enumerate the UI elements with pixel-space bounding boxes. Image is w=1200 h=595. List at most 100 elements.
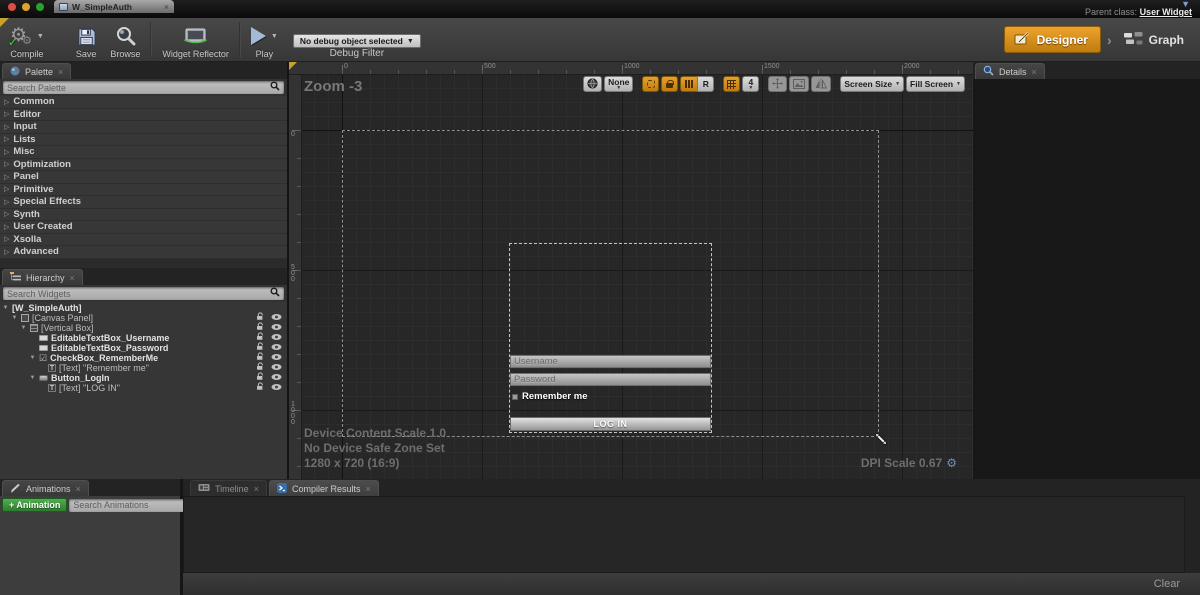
tree-row[interactable]: T[Text] "Remember me" — [0, 363, 287, 373]
expander-icon[interactable]: ▷ — [4, 98, 9, 106]
palette-search-field[interactable] — [3, 81, 284, 94]
zoom-window-button[interactable] — [36, 3, 44, 11]
expander-icon[interactable]: ▼ — [11, 315, 18, 321]
compiler-results-tab[interactable]: Compiler Results × — [269, 480, 379, 496]
close-icon[interactable]: × — [70, 273, 75, 283]
asset-tab-close-icon[interactable]: × — [164, 3, 169, 11]
palette-category-user-created[interactable]: ▷User Created — [0, 221, 287, 234]
palette-category-optimization[interactable]: ▷Optimization — [0, 159, 287, 172]
animations-list[interactable] — [0, 514, 180, 595]
transform-mode-button[interactable] — [680, 76, 697, 92]
close-icon[interactable]: × — [58, 67, 63, 77]
lock-widget-button[interactable] — [661, 76, 678, 92]
password-textbox[interactable]: Password — [510, 373, 711, 386]
compile-button[interactable]: ⚙⚙ ✓ ▼ Compile — [0, 18, 51, 61]
tree-row[interactable]: ▼[Vertical Box] — [0, 323, 287, 333]
minimize-window-button[interactable] — [22, 3, 30, 11]
palette-category-synth[interactable]: ▷Synth — [0, 209, 287, 222]
add-animation-button[interactable]: + Animation — [2, 498, 67, 512]
timeline-tab[interactable]: Timeline × — [190, 480, 267, 496]
palette-search-input[interactable] — [7, 83, 270, 93]
palette-category-special-effects[interactable]: ▷Special Effects — [0, 196, 287, 209]
expander-icon[interactable]: ▷ — [4, 135, 9, 143]
palette-category-primitive[interactable]: ▷Primitive — [0, 184, 287, 197]
palette-category-input[interactable]: ▷Input — [0, 121, 287, 134]
details-tab[interactable]: Details × — [975, 63, 1045, 79]
fill-screen-dropdown[interactable]: Fill Screen ▼ — [906, 76, 965, 92]
tree-row[interactable]: ▼Button_LogIn — [0, 373, 287, 383]
expander-icon[interactable]: ▷ — [4, 248, 9, 256]
play-button[interactable]: ▼ Play — [244, 18, 285, 61]
designer-mode-button[interactable]: Designer — [1004, 26, 1101, 53]
debug-object-dropdown[interactable]: No debug object selected ▼ — [293, 34, 421, 48]
preview-background-button[interactable] — [789, 76, 809, 92]
palette-category-advanced[interactable]: ▷Advanced — [0, 246, 287, 259]
expander-icon[interactable]: ▷ — [4, 160, 9, 168]
expander-icon[interactable]: ▼ — [2, 305, 9, 311]
expander-icon[interactable]: ▼ — [20, 325, 27, 331]
palette-category-editor[interactable]: ▷Editor — [0, 109, 287, 122]
palette-category-panel[interactable]: ▷Panel — [0, 171, 287, 184]
localization-preview-button[interactable] — [583, 76, 602, 92]
screen-size-dropdown[interactable]: Screen Size ▼ — [840, 76, 904, 92]
rotate-mode-button[interactable]: R — [697, 76, 714, 92]
lock-icon[interactable] — [256, 382, 265, 394]
expander-icon[interactable]: ▷ — [4, 235, 9, 243]
dpi-settings-gear-icon[interactable]: ⚙ — [946, 456, 957, 470]
resize-handle-icon[interactable] — [874, 432, 888, 449]
expander-icon[interactable]: ▷ — [4, 210, 9, 218]
remember-me-checkbox[interactable] — [512, 394, 518, 400]
asset-tab[interactable]: W_SimpleAuth × — [54, 0, 174, 13]
tree-row[interactable]: EditableTextBox_Username — [0, 333, 287, 343]
expander-icon[interactable]: ▼ — [29, 355, 36, 361]
palette-category-misc[interactable]: ▷Misc — [0, 146, 287, 159]
username-textbox[interactable]: Username — [510, 355, 711, 368]
tree-row[interactable]: T[Text] "LOG IN" — [0, 383, 287, 393]
designer-canvas[interactable]: 0 500 1000 1500 2000 0 5 0 0 1 0 0 0 Zoo… — [289, 62, 973, 479]
mirror-preview-button[interactable] — [811, 76, 831, 92]
expander-icon[interactable]: ▷ — [4, 173, 9, 181]
compile-dropdown-caret-icon[interactable]: ▼ — [37, 33, 44, 40]
palette-category-common[interactable]: ▷Common — [0, 96, 287, 109]
close-window-button[interactable] — [8, 3, 16, 11]
browse-button[interactable]: Browse — [103, 18, 147, 61]
remember-me-row[interactable]: Remember me — [512, 391, 587, 402]
expander-icon[interactable]: ▷ — [4, 110, 9, 118]
expander-icon[interactable]: ▷ — [4, 223, 9, 231]
expander-icon[interactable]: ▷ — [4, 148, 9, 156]
widget-outline-toggle-button[interactable] — [642, 76, 659, 92]
expander-icon[interactable]: ▼ — [29, 375, 36, 381]
compiler-output[interactable] — [183, 496, 1185, 573]
tree-row[interactable]: ▼[W_SimpleAuth] — [0, 303, 287, 313]
eye-icon[interactable] — [271, 383, 282, 394]
animations-search-input[interactable] — [73, 500, 190, 510]
snap-grid-toggle-button[interactable] — [723, 76, 740, 92]
animations-tab[interactable]: Animations × — [2, 480, 89, 496]
save-button[interactable]: Save — [69, 18, 104, 61]
parent-class-link[interactable]: User Widget — [1140, 7, 1192, 17]
close-icon[interactable]: × — [1032, 67, 1037, 77]
expander-icon[interactable]: ▷ — [4, 185, 9, 193]
hierarchy-search-field[interactable] — [3, 287, 284, 300]
grid-size-dropdown[interactable]: 4 ▼ — [742, 76, 759, 92]
tree-row[interactable]: ▼☑CheckBox_RememberMe — [0, 353, 287, 363]
palette-category-lists[interactable]: ▷Lists — [0, 134, 287, 147]
login-button[interactable]: LOG IN — [510, 417, 711, 431]
expander-icon[interactable]: ▷ — [4, 198, 9, 206]
palette-tab[interactable]: Palette × — [2, 63, 71, 79]
tree-row[interactable]: ▼[Canvas Panel] — [0, 313, 287, 323]
graph-mode-button[interactable]: Graph — [1118, 28, 1190, 52]
palette-category-xsolla[interactable]: ▷Xsolla — [0, 234, 287, 247]
resize-areas-button[interactable] — [768, 76, 787, 92]
close-icon[interactable]: × — [365, 484, 370, 494]
hierarchy-search-input[interactable] — [7, 289, 270, 299]
tree-row[interactable]: EditableTextBox_Password — [0, 343, 287, 353]
preview-language-dropdown[interactable]: None ▼ — [604, 76, 633, 92]
play-dropdown-caret-icon[interactable]: ▼ — [271, 33, 278, 40]
hierarchy-tab[interactable]: Hierarchy × — [2, 269, 83, 285]
close-icon[interactable]: × — [254, 484, 259, 494]
widget-reflector-button[interactable]: Widget Reflector — [155, 18, 236, 61]
close-icon[interactable]: × — [76, 484, 81, 494]
selected-vertical-box-outline[interactable] — [509, 243, 712, 433]
expander-icon[interactable]: ▷ — [4, 123, 9, 131]
